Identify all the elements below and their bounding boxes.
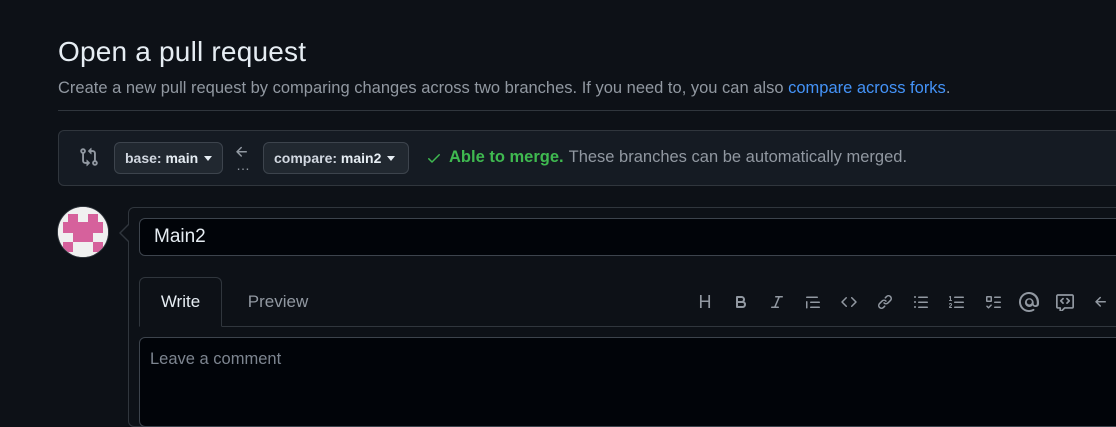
comment-textarea[interactable] <box>139 337 1116 427</box>
markdown-toolbar: H <box>692 290 1116 314</box>
git-compare-icon <box>79 147 99 167</box>
base-branch-button[interactable]: base: main <box>114 142 223 174</box>
subtitle-end: . <box>945 79 951 97</box>
pr-title-input[interactable] <box>139 218 1116 256</box>
identicon-icon <box>58 207 108 257</box>
caret-down-icon <box>204 155 213 161</box>
ordered-list-icon[interactable] <box>944 290 970 314</box>
link-icon[interactable] <box>872 290 898 314</box>
tab-write[interactable]: Write <box>139 277 222 327</box>
range-ellipsis: … <box>236 157 250 173</box>
base-key: base: <box>125 150 162 166</box>
merge-status: Able to merge. These branches can be aut… <box>426 148 907 167</box>
page-title: Open a pull request <box>58 36 307 67</box>
reference-icon[interactable] <box>1052 290 1078 314</box>
undo-icon[interactable] <box>1088 290 1114 314</box>
caret-down-icon <box>387 155 396 161</box>
merge-message: These branches can be automatically merg… <box>568 148 908 166</box>
base-value: main <box>165 150 199 166</box>
header-divider <box>58 110 1116 111</box>
check-icon <box>428 153 440 163</box>
tab-preview[interactable]: Preview <box>234 277 322 327</box>
task-list-icon[interactable] <box>980 290 1006 314</box>
branch-range-bar: base: main … compare: main2 Able to merg… <box>58 130 1116 186</box>
unordered-list-icon[interactable] <box>908 290 934 314</box>
composer-pointer-inner <box>121 225 129 241</box>
avatar[interactable] <box>58 207 108 257</box>
quote-icon[interactable] <box>800 290 826 314</box>
compare-across-forks-link[interactable]: compare across forks <box>788 79 946 97</box>
compare-value: main2 <box>340 150 382 166</box>
page-subtitle: Create a new pull request by comparing c… <box>58 76 950 100</box>
mention-icon[interactable] <box>1016 290 1042 314</box>
code-icon[interactable] <box>836 290 862 314</box>
merge-ok-text: Able to merge. <box>449 148 564 166</box>
compare-branch-button[interactable]: compare: main2 <box>263 142 409 174</box>
subtitle-text: Create a new pull request by comparing c… <box>58 79 789 97</box>
italic-icon[interactable] <box>764 290 790 314</box>
compare-key: compare: <box>274 150 338 166</box>
bold-icon[interactable] <box>728 290 754 314</box>
heading-icon[interactable]: H <box>692 290 718 314</box>
